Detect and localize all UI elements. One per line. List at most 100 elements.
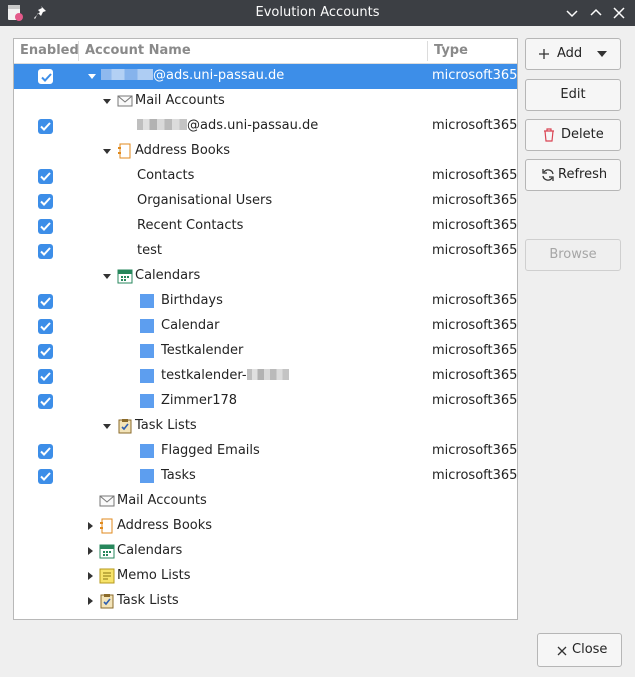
expander-closed-icon[interactable] (84, 595, 96, 607)
expander-open-icon[interactable] (101, 270, 113, 282)
expander-closed-icon[interactable] (84, 545, 96, 557)
color-swatch (140, 469, 154, 483)
address-book-icon (100, 518, 113, 534)
enabled-checkbox[interactable] (38, 294, 53, 309)
source-row[interactable]: Contacts microsoft365 (14, 164, 517, 189)
add-label: Add (557, 46, 583, 61)
source-label: @ads.uni-passau.de (187, 118, 319, 133)
color-swatch (140, 369, 154, 383)
source-row[interactable]: test microsoft365 (14, 239, 517, 264)
column-type[interactable]: Type (434, 43, 468, 58)
group-label: Memo Lists (117, 568, 191, 583)
source-row[interactable]: Testkalender microsoft365 (14, 339, 517, 364)
tree-header: Enabled Account Name Type (14, 39, 517, 64)
expander-open-icon[interactable] (101, 95, 113, 107)
group-label: Calendars (117, 543, 183, 558)
enabled-checkbox[interactable] (38, 444, 53, 459)
group-row[interactable]: Calendars (14, 539, 517, 564)
accounts-tree[interactable]: Enabled Account Name Type @ads.uni-passa… (13, 38, 518, 620)
source-label: Organisational Users (137, 193, 273, 208)
account-type: microsoft365 (432, 68, 518, 83)
window-title: Evolution Accounts (255, 5, 380, 20)
source-type: microsoft365 (432, 368, 518, 383)
source-type: microsoft365 (432, 243, 518, 258)
enabled-checkbox[interactable] (38, 469, 53, 484)
source-label: Calendar (161, 318, 220, 333)
enabled-checkbox[interactable] (38, 69, 53, 84)
expander-closed-icon[interactable] (84, 520, 96, 532)
group-row[interactable]: Calendars (14, 264, 517, 289)
close-button[interactable]: Close (537, 633, 622, 667)
browse-button[interactable]: Browse (525, 239, 621, 271)
group-label: Address Books (135, 143, 231, 158)
source-row[interactable]: testkalender- microsoft365 (14, 364, 517, 389)
redacted-text (246, 369, 289, 380)
add-button[interactable]: Add (525, 38, 621, 70)
group-row[interactable]: Address Books (14, 139, 517, 164)
color-swatch (140, 444, 154, 458)
expander-open-icon[interactable] (101, 420, 113, 432)
group-label: Task Lists (117, 593, 179, 608)
delete-button[interactable]: Delete (525, 119, 621, 151)
group-row[interactable]: Task Lists (14, 414, 517, 439)
enabled-checkbox[interactable] (38, 244, 53, 259)
mail-icon (99, 495, 115, 507)
group-row[interactable]: Task Lists (14, 589, 517, 614)
expander-open-icon[interactable] (86, 70, 98, 82)
source-type: microsoft365 (432, 393, 518, 408)
source-label: Tasks (161, 468, 196, 483)
source-row[interactable]: Flagged Emails microsoft365 (14, 439, 517, 464)
address-book-icon (118, 143, 131, 159)
source-row[interactable]: Organisational Users microsoft365 (14, 189, 517, 214)
memo-list-icon (99, 568, 115, 584)
enabled-checkbox[interactable] (38, 219, 53, 234)
source-row[interactable]: Tasks microsoft365 (14, 464, 517, 489)
close-window-icon[interactable] (610, 4, 628, 22)
expander-open-icon[interactable] (101, 145, 113, 157)
maximize-icon[interactable] (587, 4, 605, 22)
group-row[interactable]: Mail Accounts (14, 489, 517, 514)
source-row[interactable]: Zimmer178 microsoft365 (14, 389, 517, 414)
group-row[interactable]: Memo Lists (14, 564, 517, 589)
calendar-icon (117, 269, 133, 284)
group-label: Address Books (117, 518, 213, 533)
plus-icon (539, 49, 549, 59)
minimize-icon[interactable] (563, 4, 581, 22)
enabled-checkbox[interactable] (38, 169, 53, 184)
group-row[interactable]: Address Books (14, 514, 517, 539)
color-swatch (140, 319, 154, 333)
calendar-icon (99, 544, 115, 559)
enabled-checkbox[interactable] (38, 194, 53, 209)
source-type: microsoft365 (432, 468, 518, 483)
enabled-checkbox[interactable] (38, 344, 53, 359)
group-row[interactable]: Mail Accounts (14, 89, 517, 114)
source-label: Zimmer178 (161, 393, 238, 408)
source-row[interactable]: Recent Contacts microsoft365 (14, 214, 517, 239)
enabled-checkbox[interactable] (38, 319, 53, 334)
source-type: microsoft365 (432, 443, 518, 458)
source-row[interactable]: @ads.uni-passau.de microsoft365 (14, 114, 517, 139)
column-account-name[interactable]: Account Name (85, 43, 191, 58)
source-row[interactable]: Calendar microsoft365 (14, 314, 517, 339)
expander-closed-icon[interactable] (84, 570, 96, 582)
task-list-icon (100, 594, 114, 609)
dropdown-arrow-icon[interactable] (597, 51, 607, 58)
enabled-checkbox[interactable] (38, 369, 53, 384)
edit-button[interactable]: Edit (525, 79, 621, 111)
source-row[interactable]: Birthdays microsoft365 (14, 289, 517, 314)
enabled-checkbox[interactable] (38, 394, 53, 409)
refresh-icon (542, 169, 554, 181)
source-type: microsoft365 (432, 218, 518, 233)
column-enabled[interactable]: Enabled (20, 43, 79, 58)
refresh-button[interactable]: Refresh (525, 159, 621, 191)
title-bar: Evolution Accounts (0, 0, 635, 26)
source-label: Recent Contacts (137, 218, 244, 233)
account-row[interactable]: @ads.uni-passau.de microsoft365 (14, 64, 517, 89)
browse-label: Browse (549, 247, 597, 262)
source-label: test (137, 243, 162, 258)
redacted-text (137, 119, 187, 130)
account-name: @ads.uni-passau.de (153, 68, 285, 83)
source-type: microsoft365 (432, 343, 518, 358)
refresh-label: Refresh (558, 167, 608, 182)
enabled-checkbox[interactable] (38, 119, 53, 134)
